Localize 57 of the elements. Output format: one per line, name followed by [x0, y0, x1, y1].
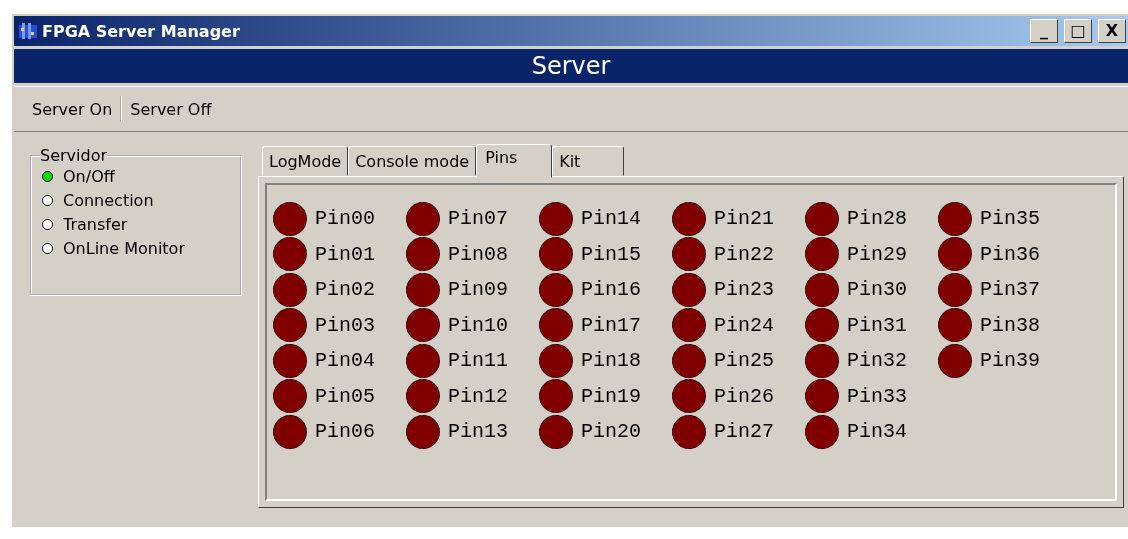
- tab[interactable]: Console mode: [348, 146, 477, 176]
- pin-label: Pin20: [581, 420, 641, 444]
- pin-label: Pin27: [714, 420, 774, 444]
- pin-label: Pin29: [847, 242, 907, 266]
- pin-label: Pin00: [315, 207, 375, 231]
- toolbar-button[interactable]: Server Off: [120, 96, 220, 122]
- section-header: Server: [14, 49, 1128, 83]
- tab[interactable]: Kit: [552, 146, 625, 176]
- minimize-button[interactable]: _: [1030, 19, 1058, 43]
- pin-label: Pin06: [315, 420, 375, 444]
- tab[interactable]: Pins: [476, 144, 553, 178]
- pin-label: Pin34: [847, 420, 907, 444]
- toolbar-button[interactable]: Server On: [24, 96, 121, 122]
- pin-label: Pin31: [847, 313, 907, 337]
- pin-label: Pin25: [714, 349, 774, 373]
- pin-label: Pin01: [315, 242, 375, 266]
- pin-label: Pin02: [315, 278, 375, 302]
- pin-label: Pin13: [448, 420, 508, 444]
- pin-label: Pin36: [980, 242, 1040, 266]
- pin-label: Pin33: [847, 384, 907, 408]
- pin-label: Pin05: [315, 384, 375, 408]
- pin-label: Pin11: [448, 349, 508, 373]
- maximize-button[interactable]: □: [1064, 19, 1092, 43]
- pin-label: Pin28: [847, 207, 907, 231]
- pin-label: Pin22: [714, 242, 774, 266]
- pin-label: Pin38: [980, 313, 1040, 337]
- pin-label: Pin19: [581, 384, 641, 408]
- pin-label: Pin16: [581, 278, 641, 302]
- pin-label: Pin09: [448, 278, 508, 302]
- pin-label: Pin32: [847, 349, 907, 373]
- pin-label: Pin12: [448, 384, 508, 408]
- status-label: On/Off: [63, 167, 115, 186]
- pin-label: Pin03: [315, 313, 375, 337]
- pin-label: Pin15: [581, 242, 641, 266]
- pin-label: Pin37: [980, 278, 1040, 302]
- pin-label: Pin18: [581, 349, 641, 373]
- pin-label: Pin23: [714, 278, 774, 302]
- status-label: Connection: [63, 191, 154, 210]
- group-title: Servidor: [40, 146, 107, 165]
- window-title: FPGA Server Manager: [42, 21, 241, 41]
- pin-label: Pin30: [847, 278, 907, 302]
- status-label: OnLine Monitor: [63, 239, 185, 258]
- pin-label: Pin21: [714, 207, 774, 231]
- pin-label: Pin10: [448, 313, 508, 337]
- pin-label: Pin07: [448, 207, 508, 231]
- pin-label: Pin24: [714, 313, 774, 337]
- pin-label: Pin04: [315, 349, 375, 373]
- pin-label: Pin39: [980, 349, 1040, 373]
- pin-label: Pin14: [581, 207, 641, 231]
- close-button[interactable]: X: [1098, 19, 1126, 43]
- pin-label: Pin26: [714, 384, 774, 408]
- pin-label: Pin17: [581, 313, 641, 337]
- tab[interactable]: LogMode: [262, 146, 349, 176]
- pin-label: Pin35: [980, 207, 1040, 231]
- pin-label: Pin08: [448, 242, 508, 266]
- status-label: Transfer: [63, 215, 128, 234]
- app-icon: [18, 22, 38, 40]
